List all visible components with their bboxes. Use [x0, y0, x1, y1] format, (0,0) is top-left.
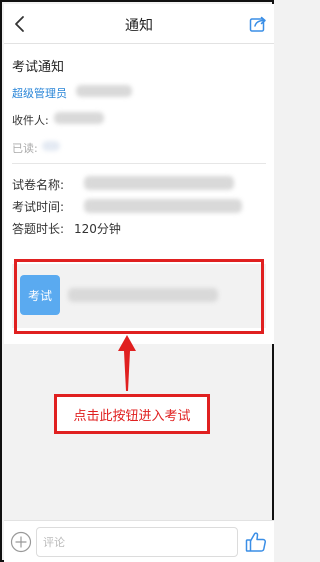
comment-bar — [4, 520, 274, 562]
page-title: 通知 — [125, 18, 153, 34]
receiver-label: 收件人: — [12, 114, 49, 127]
exam-name-redacted — [84, 176, 234, 190]
exam-time-label: 考试时间: — [12, 200, 65, 214]
comment-input[interactable] — [36, 527, 238, 557]
receiver-name-redacted — [54, 112, 104, 124]
duration-value: 120分钟 — [74, 222, 121, 236]
app-frame: 通知 考试通知 超级管理员 收件人: 已读: 试卷名称: 考试时间: 答题时长:… — [0, 0, 274, 562]
read-count-redacted — [42, 141, 60, 151]
annotation-arrow-icon — [118, 335, 136, 391]
thumbs-up-icon[interactable] — [244, 530, 268, 554]
duration-label: 答题时长: — [12, 222, 65, 236]
top-bar: 通知 — [4, 4, 274, 44]
annotation-highlight-box — [14, 259, 264, 334]
read-label: 已读: — [12, 142, 38, 155]
share-icon[interactable] — [248, 14, 268, 34]
notice-title: 考试通知 — [12, 60, 65, 75]
annotation-callout: 点击此按钮进入考试 — [54, 394, 210, 434]
plus-circle-icon[interactable] — [10, 531, 32, 553]
sender-name-redacted — [76, 85, 132, 97]
sender-role-link[interactable]: 超级管理员 — [12, 85, 67, 101]
divider — [12, 163, 266, 164]
exam-time-redacted — [84, 199, 242, 213]
exam-name-label: 试卷名称: — [12, 178, 65, 192]
